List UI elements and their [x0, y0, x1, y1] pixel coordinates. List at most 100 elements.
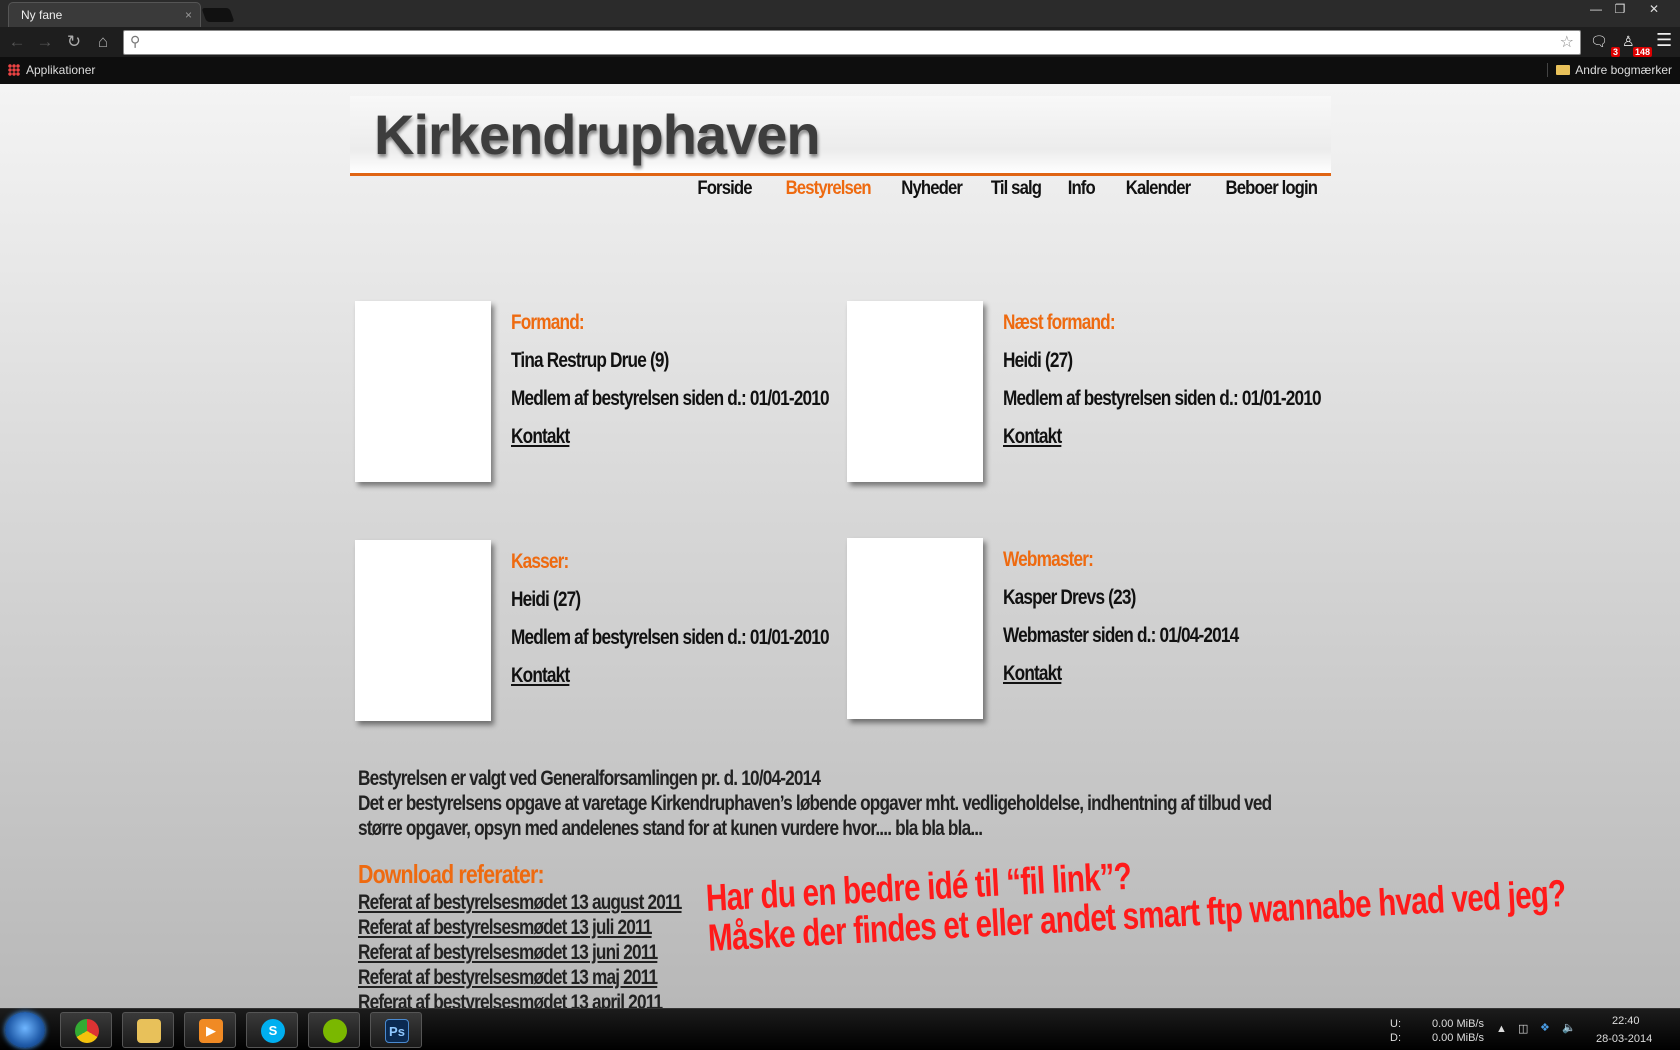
- tab-close-icon[interactable]: ×: [185, 8, 192, 22]
- apps-grid-icon: [8, 64, 20, 76]
- tab-title: Ny fane: [21, 8, 63, 22]
- start-button[interactable]: [5, 1012, 45, 1048]
- member-role: Webmaster:: [1003, 548, 1094, 571]
- member-name: Tina Restrup Drue (9): [511, 349, 669, 372]
- member-card-naest-formand: Næst formand: Heidi (27) Medlem af besty…: [847, 301, 1337, 486]
- search-icon: ⚲: [130, 33, 141, 49]
- red-annotation: Har du en bedre idé til “fil link”? Måsk…: [705, 821, 1680, 960]
- intro-line: Bestyrelsen er valgt ved Generalforsamli…: [358, 767, 821, 790]
- nav-bestyrelsen[interactable]: Bestyrelsen: [785, 178, 871, 200]
- intro-line: Det er bestyrelsens opgave at varetage K…: [358, 792, 1272, 815]
- taskbar-media-player[interactable]: ▶: [184, 1012, 236, 1048]
- member-since: Medlem af bestyrelsen siden d.: 01/01-20…: [1003, 387, 1322, 410]
- folder-icon: [137, 1019, 161, 1043]
- notification-badge: 3: [1610, 47, 1620, 57]
- minimize-button[interactable]: —: [1584, 2, 1608, 18]
- skype-icon: S: [261, 1019, 285, 1043]
- taskbar-chrome[interactable]: [60, 1012, 112, 1048]
- member-card-kasser: Kasser: Heidi (27) Medlem af bestyrelsen…: [355, 540, 845, 725]
- dropbox-icon[interactable]: ❖: [1540, 1021, 1550, 1034]
- nav-info[interactable]: Info: [1068, 178, 1096, 200]
- network-icon[interactable]: ◫: [1518, 1022, 1528, 1035]
- member-card-webmaster: Webmaster: Kasper Drevs (23) Webmaster s…: [847, 538, 1337, 723]
- restore-button[interactable]: ❐: [1608, 2, 1632, 18]
- taskbar: ▶ S Ps U: D: 0.00 MiB/s 0.00 MiB/s ▲ ◫ ❖…: [0, 1008, 1680, 1050]
- new-tab-button[interactable]: [201, 8, 235, 22]
- back-arrow-icon[interactable]: ←: [6, 31, 28, 53]
- member-since: Medlem af bestyrelsen siden d.: 01/01-20…: [511, 626, 830, 649]
- apps-label: Applikationer: [26, 63, 96, 77]
- member-name: Heidi (27): [1003, 349, 1073, 372]
- photoshop-icon: Ps: [385, 1019, 409, 1043]
- file-link[interactable]: Referat af bestyrelsesmødet 13 juni 2011: [358, 940, 682, 965]
- main-nav: Forside Bestyrelsen Nyheder Til salg Inf…: [350, 178, 1331, 208]
- home-icon[interactable]: ⌂: [92, 31, 114, 53]
- member-role: Kasser:: [511, 550, 569, 573]
- media-player-icon: ▶: [199, 1019, 223, 1043]
- intro-line: større opgaver, opsyn med andelenes stan…: [358, 817, 983, 840]
- member-photo: [355, 540, 491, 721]
- forward-arrow-icon[interactable]: →: [34, 31, 56, 53]
- member-since: Medlem af bestyrelsen siden d.: 01/01-20…: [511, 387, 830, 410]
- contact-link[interactable]: Kontakt: [1003, 425, 1282, 449]
- system-tray: U: D: 0.00 MiB/s 0.00 MiB/s ▲ ◫ ❖ 🔈 22:4…: [1340, 1009, 1680, 1050]
- member-since: Webmaster siden d.: 01/04-2014: [1003, 624, 1239, 647]
- folder-icon: [1556, 65, 1571, 75]
- net-download-rate: 0.00 MiB/s: [1432, 1032, 1484, 1044]
- menu-icon[interactable]: ☰: [1656, 30, 1678, 50]
- other-bookmarks-label: Andre bogmærker: [1575, 63, 1672, 77]
- nav-nyheder[interactable]: Nyheder: [901, 178, 963, 200]
- taskbar-skype[interactable]: S: [246, 1012, 298, 1048]
- chrome-icon: [75, 1019, 99, 1043]
- file-link[interactable]: Referat af bestyrelsesmødet 13 maj 2011: [358, 965, 682, 990]
- other-bookmarks[interactable]: Andre bogmærker: [1547, 63, 1672, 77]
- net-upload-rate: 0.00 MiB/s: [1432, 1018, 1484, 1030]
- file-link[interactable]: Referat af bestyrelsesmødet 13 april 201…: [358, 990, 682, 1008]
- browser-titlebar: Ny fane × — ❐ ✕: [0, 0, 1680, 27]
- chat-bubble-icon[interactable]: 🗨 3: [1590, 33, 1620, 57]
- address-input[interactable]: [148, 33, 1548, 52]
- file-link[interactable]: Referat af bestyrelsesmødet 13 juli 2011: [358, 915, 682, 940]
- browser-tab[interactable]: Ny fane ×: [8, 2, 201, 27]
- nav-til-salg[interactable]: Til salg: [991, 178, 1042, 200]
- contact-link[interactable]: Kontakt: [1003, 662, 1282, 686]
- member-photo: [847, 538, 983, 719]
- member-role: Formand:: [511, 311, 585, 334]
- downloads-section: Download referater: Referat af bestyrels…: [358, 859, 753, 1008]
- member-role: Næst formand:: [1003, 311, 1116, 334]
- spotify-icon: [323, 1019, 347, 1043]
- member-photo: [355, 301, 491, 482]
- taskbar-explorer[interactable]: [122, 1012, 174, 1048]
- page-viewport: Kirkendruphaven Forside Bestyrelsen Nyhe…: [0, 84, 1680, 1008]
- apps-shortcut[interactable]: Applikationer: [8, 63, 95, 77]
- downloads-heading: Download referater:: [358, 859, 545, 889]
- net-download-label: D:: [1390, 1032, 1401, 1044]
- bookmarks-bar: Applikationer Andre bogmærker: [0, 57, 1680, 84]
- nav-forside[interactable]: Forside: [697, 178, 752, 200]
- close-window-button[interactable]: ✕: [1642, 2, 1666, 18]
- contact-link[interactable]: Kontakt: [511, 425, 790, 449]
- taskbar-spotify[interactable]: [308, 1012, 360, 1048]
- bookmark-star-icon[interactable]: ☆: [1560, 32, 1574, 52]
- person-icon[interactable]: ♙ 148: [1622, 33, 1652, 57]
- member-photo: [847, 301, 983, 482]
- reload-icon[interactable]: ↻: [63, 31, 85, 53]
- site-header: Kirkendruphaven: [350, 96, 1331, 176]
- site-title: Kirkendruphaven: [374, 103, 821, 166]
- nav-kalender[interactable]: Kalender: [1126, 178, 1191, 200]
- board-intro: Bestyrelsen er valgt ved Generalforsamli…: [358, 766, 1338, 841]
- member-card-formand: Formand: Tina Restrup Drue (9) Medlem af…: [355, 301, 845, 486]
- clock-date[interactable]: 28-03-2014: [1596, 1033, 1652, 1045]
- file-link[interactable]: Referat af bestyrelsesmødet 13 august 20…: [358, 890, 682, 915]
- show-hidden-icons-icon[interactable]: ▲: [1496, 1023, 1507, 1035]
- contact-link[interactable]: Kontakt: [511, 664, 790, 688]
- member-name: Kasper Drevs (23): [1003, 586, 1136, 609]
- member-name: Heidi (27): [511, 588, 581, 611]
- taskbar-photoshop[interactable]: Ps: [370, 1012, 422, 1048]
- address-bar[interactable]: ⚲ ☆: [123, 30, 1581, 55]
- clock-time[interactable]: 22:40: [1612, 1015, 1640, 1027]
- net-upload-label: U:: [1390, 1018, 1401, 1030]
- nav-beboer-login[interactable]: Beboer login: [1225, 178, 1318, 200]
- notification-badge: 148: [1632, 47, 1652, 57]
- volume-icon[interactable]: 🔈: [1562, 1021, 1576, 1034]
